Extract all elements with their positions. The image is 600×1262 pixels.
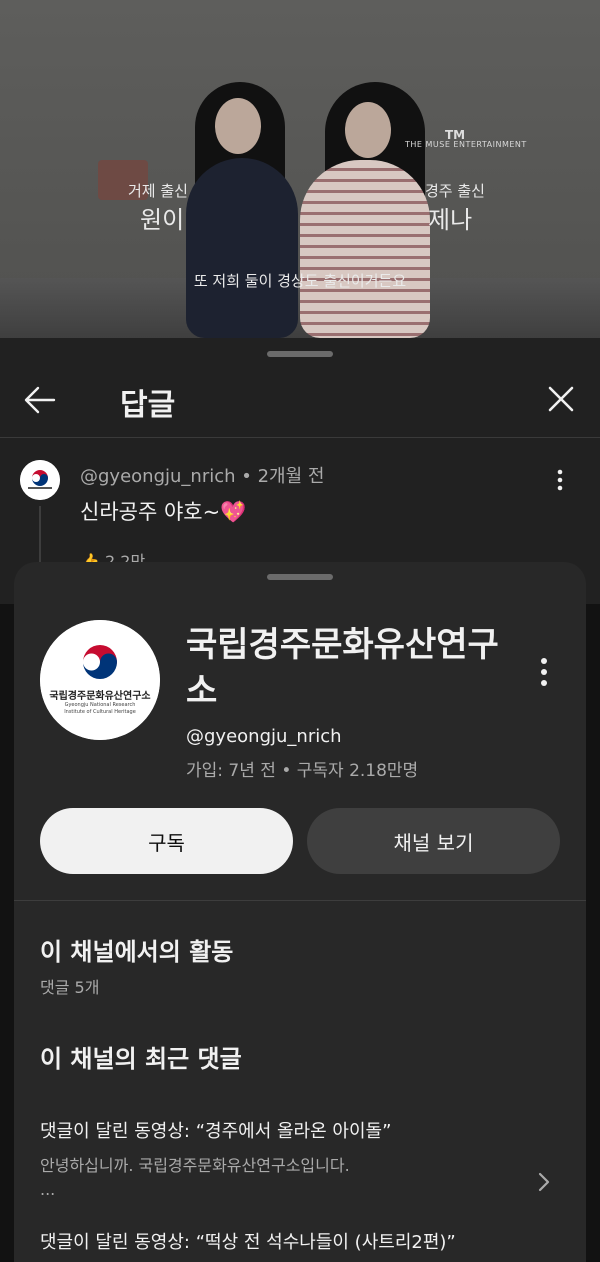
more-vert-icon[interactable] (550, 468, 570, 492)
channel-handle: @gyeongju_nrich (186, 726, 342, 747)
channel-avatar-text: 국립경주문화유산연구소 (49, 691, 151, 702)
comment-text: 신라공주 야호~💖 (80, 500, 247, 524)
right-caption-line2: 제나 (428, 206, 473, 234)
right-caption-line1: 경주 출신 (425, 182, 485, 200)
commenter-avatar[interactable] (20, 460, 60, 500)
wall-panel (520, 0, 600, 310)
person-left (186, 158, 298, 338)
left-caption-line1: 거제 출신 (128, 182, 188, 200)
chevron-right-icon (536, 1170, 552, 1194)
person-right-face (345, 102, 391, 158)
recent-comment-body: 안녕하십니까. 국립경주문화유산연구소입니다. (40, 1156, 350, 1175)
comment-meta: @gyeongju_nrich • 2개월 전 (80, 462, 324, 488)
close-icon[interactable] (544, 382, 578, 416)
wall-panel (416, 0, 522, 310)
channel-avatar-subtext: Gyeongju National Research Institute of … (64, 702, 136, 715)
subscribe-button[interactable]: 구독 (40, 808, 293, 874)
video-player[interactable]: 거제 출신 원이 경주 출신 제나 TM THE MUSE ENTERTAINM… (0, 0, 600, 338)
view-channel-button[interactable]: 채널 보기 (307, 808, 560, 874)
drag-handle[interactable] (267, 351, 333, 357)
comment-author[interactable]: @gyeongju_nrich (80, 466, 236, 487)
wall-panel (0, 0, 106, 310)
activity-title: 이 채널에서의 활동 (40, 938, 234, 966)
activity-count: 댓글 5개 (40, 978, 100, 997)
meta-separator: • (241, 466, 258, 487)
channel-avatar[interactable]: 국립경주문화유산연구소 Gyeongju National Research I… (40, 620, 160, 740)
brand-text: THE MUSE ENTERTAINMENT (405, 140, 527, 149)
channel-name: 국립경주문화유산연구소 (186, 625, 499, 711)
person-right (300, 160, 430, 338)
more-vert-icon[interactable] (532, 656, 556, 688)
sheet-title: 답글 (120, 388, 176, 423)
recent-comments-title: 이 채널의 최근 댓글 (40, 1045, 242, 1073)
recent-comment-video: 댓글이 달린 동영상: “경주에서 올라온 아이돌” (40, 1121, 392, 1142)
divider (14, 900, 586, 901)
recent-comment-ellipsis: ... (40, 1180, 56, 1199)
arrow-left-icon[interactable] (22, 382, 58, 418)
replies-header: 답글 (0, 368, 600, 438)
recent-comment-video: 댓글이 달린 동영상: “떡상 전 석수나들이 (사트리2편)” (40, 1232, 456, 1253)
person-left-face (215, 98, 261, 154)
comment-time: 2개월 전 (257, 466, 325, 487)
channel-meta: 가입: 7년 전 • 구독자 2.18만명 (186, 761, 419, 781)
drag-handle[interactable] (267, 574, 333, 580)
channel-card: 국립경주문화유산연구소 Gyeongju National Research I… (14, 562, 586, 1262)
video-subtitle: 또 저희 둘이 경상도 출신이거든요 (193, 272, 407, 290)
left-caption-line2: 원이 (140, 206, 185, 234)
